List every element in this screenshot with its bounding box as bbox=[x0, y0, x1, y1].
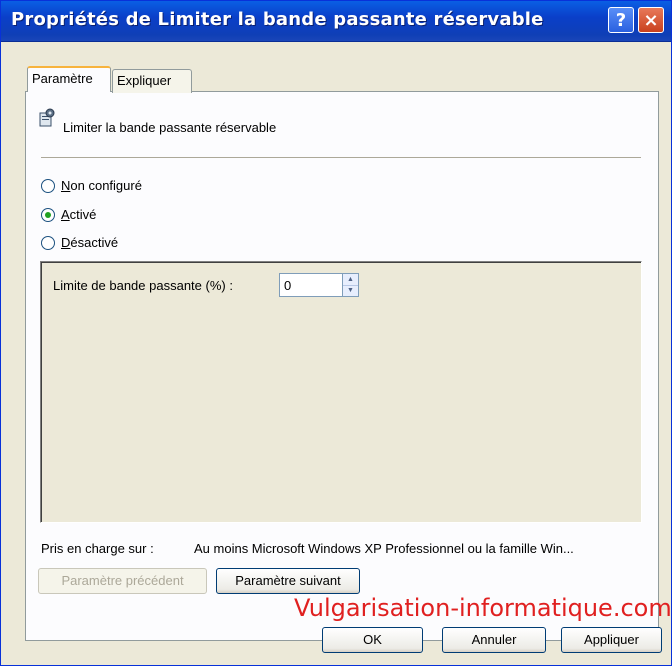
tab-expliquer[interactable]: Expliquer bbox=[112, 69, 192, 93]
ok-label: OK bbox=[363, 632, 382, 647]
tab-parametre[interactable]: Paramètre bbox=[27, 66, 111, 92]
next-setting-label: Paramètre suivant bbox=[235, 573, 341, 588]
options-box bbox=[40, 261, 642, 523]
radio-label-non-configure[interactable]: Non configuré bbox=[61, 178, 142, 193]
radio-label-active[interactable]: Activé bbox=[61, 207, 96, 222]
bandwidth-limit-input[interactable] bbox=[279, 273, 343, 297]
radio-active[interactable] bbox=[41, 208, 55, 222]
previous-setting-label: Paramètre précédent bbox=[61, 573, 184, 588]
previous-setting-button[interactable]: Paramètre précédent bbox=[38, 568, 207, 594]
radio-label-desactive[interactable]: Désactivé bbox=[61, 235, 118, 250]
window-title: Propriétés de Limiter la bande passante … bbox=[11, 9, 544, 30]
divider bbox=[41, 157, 641, 158]
bandwidth-spinner[interactable]: ▲ ▼ bbox=[342, 273, 359, 297]
policy-setting-icon bbox=[39, 108, 55, 127]
close-icon: × bbox=[643, 10, 659, 31]
next-setting-button[interactable]: Paramètre suivant bbox=[216, 568, 360, 594]
radio-non-configure[interactable] bbox=[41, 179, 55, 193]
bandwidth-limit-label: Limite de bande passante (%) : bbox=[53, 278, 233, 293]
radio-desactive[interactable] bbox=[41, 236, 55, 250]
ok-button[interactable]: OK bbox=[322, 627, 423, 653]
watermark: Vulgarisation-informatique.com bbox=[294, 594, 672, 622]
supported-on-value: Au moins Microsoft Windows XP Profession… bbox=[194, 541, 574, 556]
cancel-label: Annuler bbox=[471, 632, 517, 647]
title-bar[interactable]: Propriétés de Limiter la bande passante … bbox=[1, 1, 671, 42]
radio-selected-dot bbox=[45, 212, 51, 218]
spin-down-icon[interactable]: ▼ bbox=[343, 285, 358, 296]
help-icon: ? bbox=[615, 10, 627, 31]
properties-dialog: Propriétés de Limiter la bande passante … bbox=[0, 0, 672, 666]
supported-on-label: Pris en charge sur : bbox=[41, 541, 154, 556]
cancel-button[interactable]: Annuler bbox=[442, 627, 546, 653]
apply-button[interactable]: Appliquer bbox=[561, 627, 662, 653]
policy-name: Limiter la bande passante réservable bbox=[63, 120, 277, 135]
tab-label: Paramètre bbox=[32, 71, 93, 86]
help-button[interactable]: ? bbox=[608, 7, 634, 33]
tab-label: Expliquer bbox=[117, 73, 172, 88]
close-button[interactable]: × bbox=[638, 7, 664, 33]
apply-label: Appliquer bbox=[584, 632, 639, 647]
